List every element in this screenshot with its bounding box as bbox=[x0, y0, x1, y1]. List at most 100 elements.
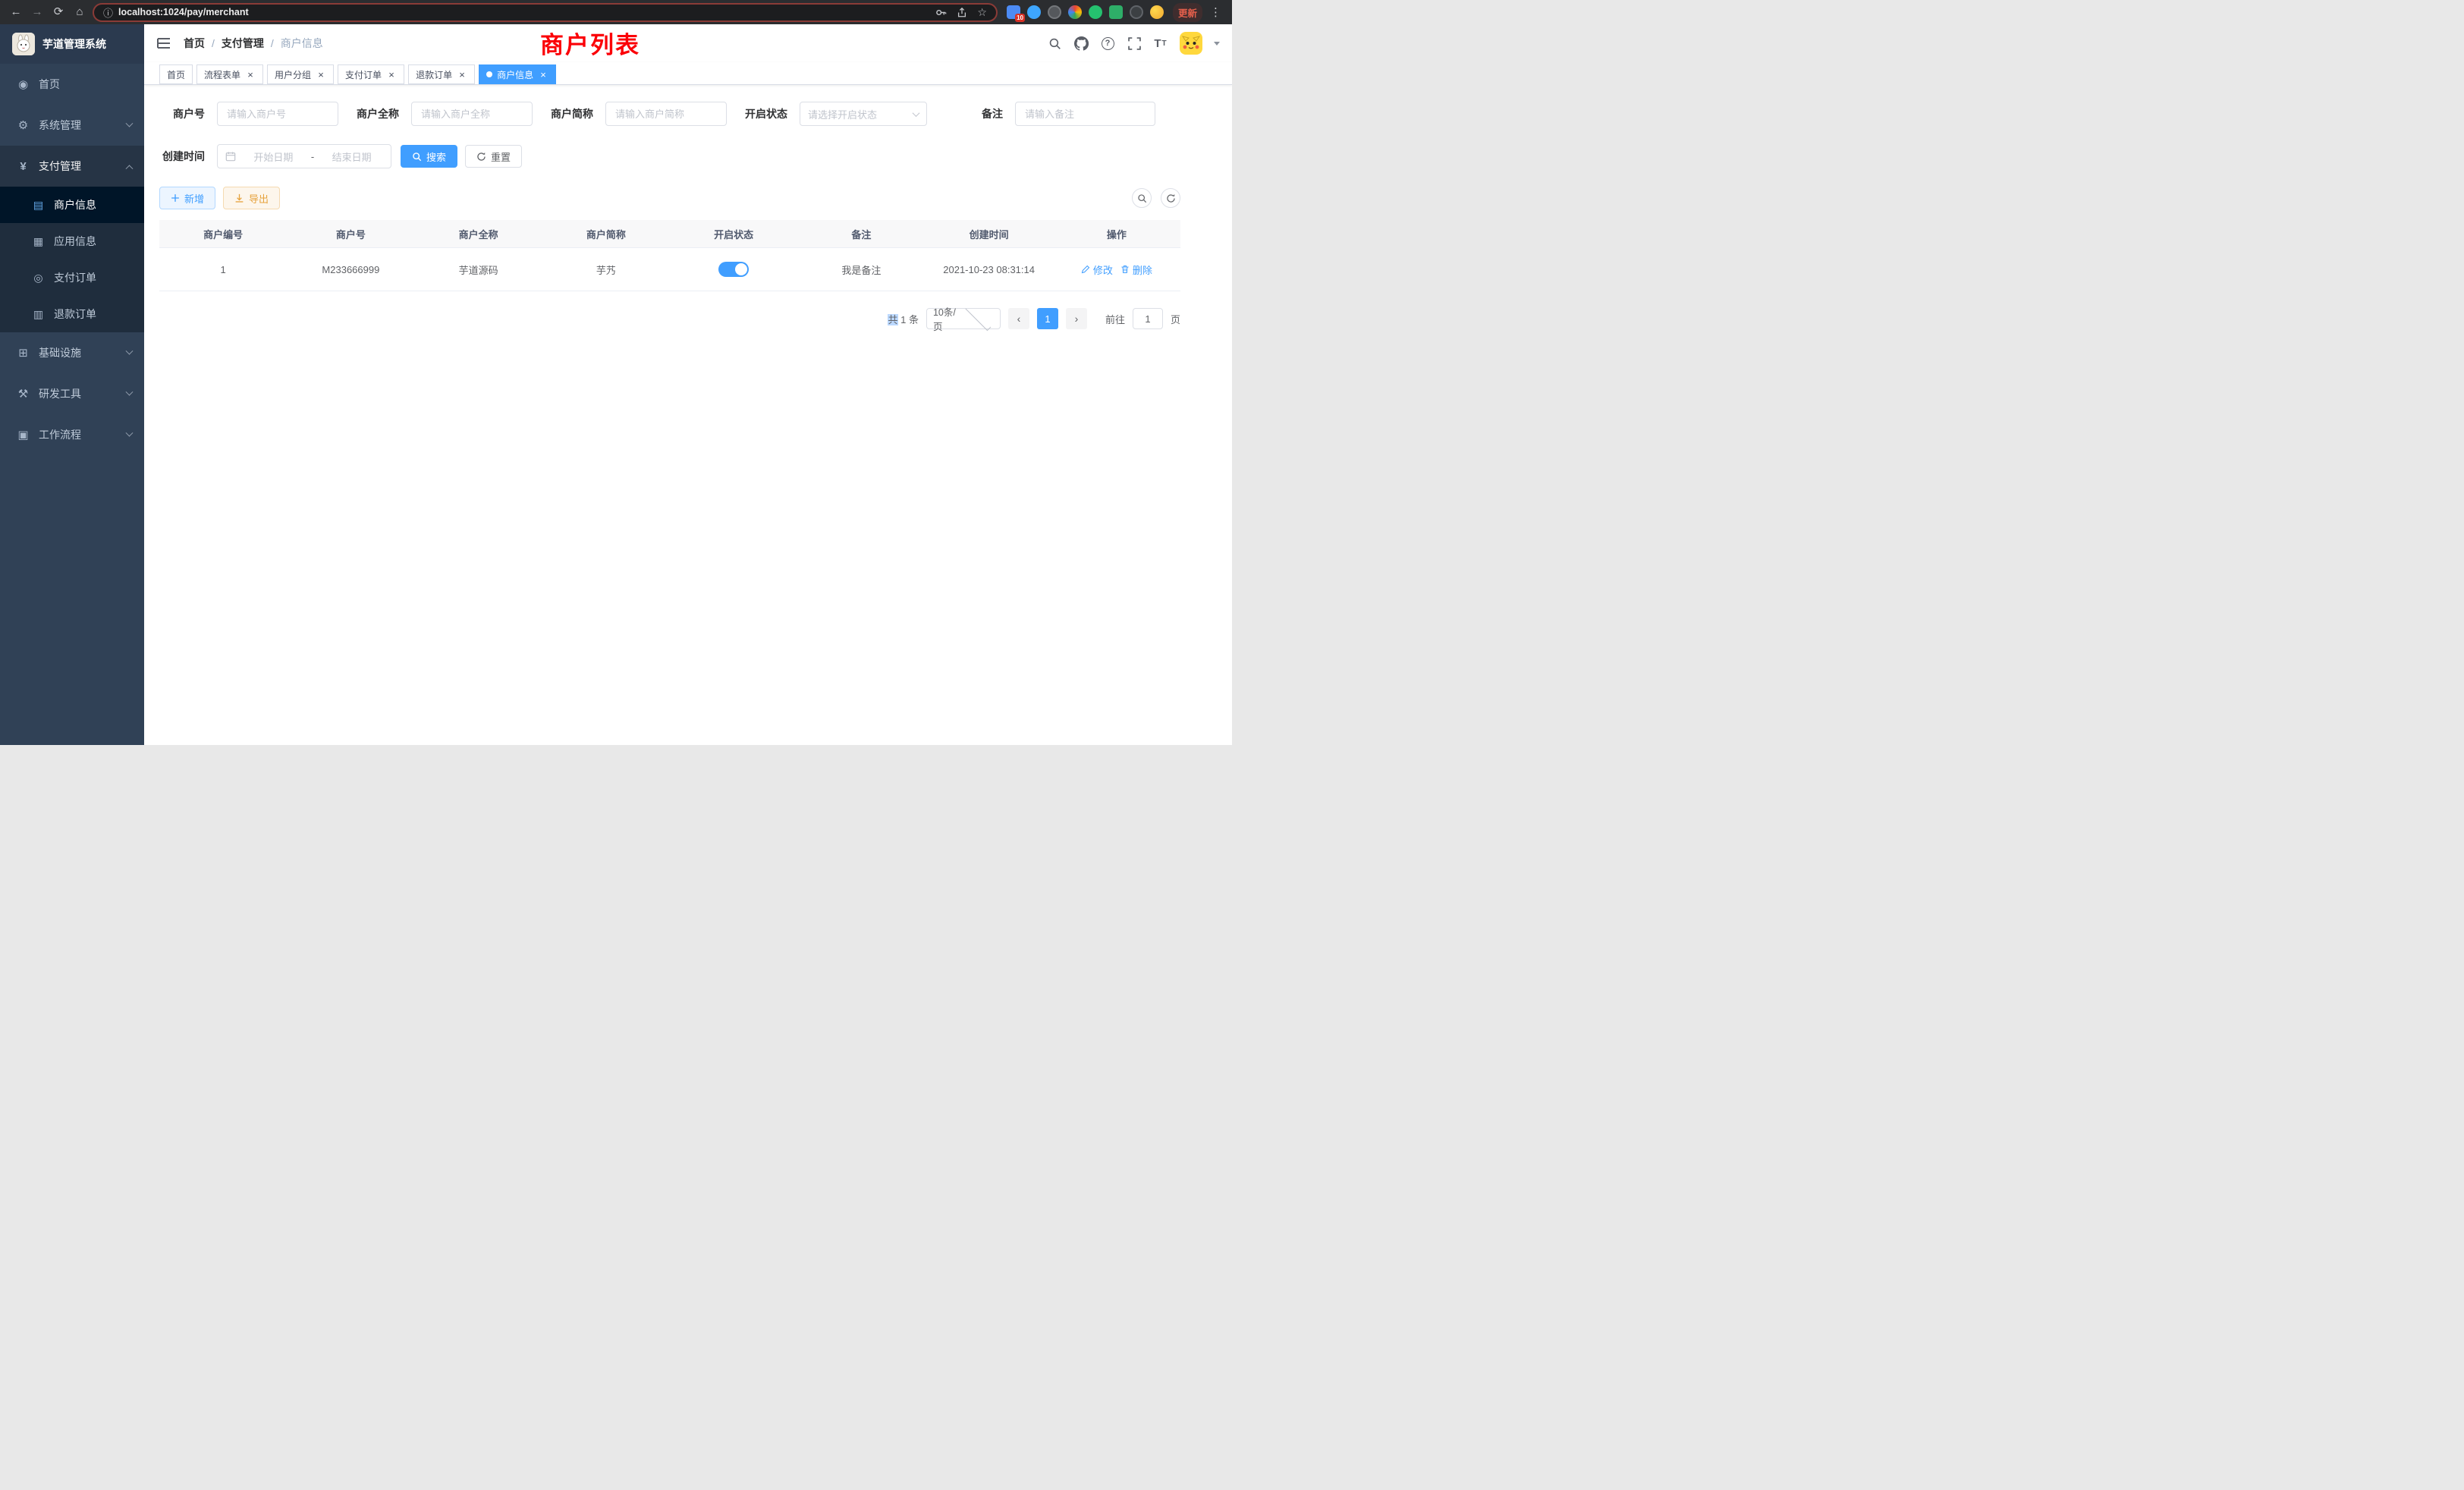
filter-merchant-no: 商户号 bbox=[159, 102, 338, 126]
full-name-input[interactable] bbox=[411, 102, 533, 126]
sidebar-item-app-info[interactable]: ▦ 应用信息 bbox=[0, 223, 144, 259]
browser-menu-icon[interactable]: ⋮ bbox=[1207, 5, 1224, 19]
sidebar-item-pay-order[interactable]: ◎ 支付订单 bbox=[0, 259, 144, 296]
end-date-placeholder[interactable]: 结束日期 bbox=[320, 149, 383, 164]
site-info-icon[interactable]: ⓘ bbox=[103, 5, 113, 20]
breadcrumb-payment[interactable]: 支付管理 bbox=[222, 36, 264, 51]
page-size-select[interactable]: 10条/页 bbox=[926, 308, 1001, 329]
font-size-icon[interactable]: TT bbox=[1153, 36, 1168, 51]
extensions-area: 10 bbox=[1002, 5, 1168, 19]
sidebar-item-infrastructure[interactable]: ⊞ 基础设施 bbox=[0, 332, 144, 373]
add-button[interactable]: 新增 bbox=[159, 187, 215, 209]
merchant-no-label: 商户号 bbox=[159, 106, 205, 121]
edit-pencil-icon bbox=[1081, 265, 1090, 274]
sidebar-item-payment[interactable]: ¥ 支付管理 bbox=[0, 146, 144, 187]
url-text: localhost:1024/pay/merchant bbox=[118, 7, 249, 17]
bookmark-star-icon[interactable]: ☆ bbox=[977, 6, 987, 19]
extension-icon-2[interactable] bbox=[1027, 5, 1041, 19]
close-icon[interactable]: × bbox=[316, 69, 326, 80]
monitor-icon: ⊞ bbox=[17, 346, 30, 360]
next-page-button[interactable]: › bbox=[1066, 308, 1087, 329]
column-header: 备注 bbox=[797, 220, 925, 247]
column-header: 商户编号 bbox=[159, 220, 287, 247]
opened-tabs-bar: 首页 流程表单× 用户分组× 支付订单× 退款订单× 商户信息× bbox=[144, 62, 1232, 85]
table-toolbar: 新增 导出 bbox=[159, 187, 1180, 209]
sidebar-item-system[interactable]: ⚙ 系统管理 bbox=[0, 105, 144, 146]
chevron-up-icon bbox=[126, 165, 134, 172]
avatar-dropdown-caret-icon[interactable] bbox=[1214, 42, 1220, 46]
extension-icon-1[interactable]: 10 bbox=[1007, 5, 1020, 19]
refresh-table-icon[interactable] bbox=[1161, 188, 1180, 208]
extension-icon-3[interactable] bbox=[1048, 5, 1061, 19]
user-avatar[interactable] bbox=[1180, 32, 1202, 55]
workflow-icon: ▣ bbox=[17, 428, 30, 442]
url-bar[interactable]: ⓘ localhost:1024/pay/merchant ☆ bbox=[93, 3, 998, 22]
search-button[interactable]: 搜索 bbox=[401, 145, 457, 168]
create-time-range-picker[interactable]: 开始日期 - 结束日期 bbox=[217, 144, 391, 168]
sidebar-collapse-icon[interactable] bbox=[156, 36, 171, 51]
fullscreen-icon[interactable] bbox=[1127, 36, 1142, 51]
sidebar-item-refund-order[interactable]: ▥ 退款订单 bbox=[0, 296, 144, 332]
tab-process-form[interactable]: 流程表单× bbox=[196, 64, 263, 84]
chevron-down-icon bbox=[913, 109, 920, 117]
browser-home-icon[interactable]: ⌂ bbox=[71, 4, 88, 20]
chevron-down-icon bbox=[126, 388, 134, 395]
close-icon[interactable]: × bbox=[245, 69, 256, 80]
merchant-no-input[interactable] bbox=[217, 102, 338, 126]
sidebar-item-merchant-info[interactable]: ▤ 商户信息 bbox=[0, 187, 144, 223]
filter-row-1: 商户号 商户全称 商户简称 开启状态 请选择开启状态 bbox=[159, 102, 1180, 126]
delete-link[interactable]: 删除 bbox=[1120, 262, 1152, 277]
github-icon[interactable] bbox=[1073, 36, 1089, 51]
extension-icon-7[interactable] bbox=[1130, 5, 1143, 19]
remark-input[interactable] bbox=[1015, 102, 1155, 126]
filter-short-name: 商户简称 bbox=[551, 102, 727, 126]
tab-pay-order[interactable]: 支付订单× bbox=[338, 64, 404, 84]
sidebar-item-home[interactable]: ◉ 首页 bbox=[0, 64, 144, 105]
edit-link[interactable]: 修改 bbox=[1081, 262, 1113, 277]
password-key-icon[interactable] bbox=[935, 7, 947, 18]
extension-icon-4[interactable] bbox=[1068, 5, 1082, 19]
close-icon[interactable]: × bbox=[457, 69, 467, 80]
chevron-down-icon bbox=[126, 429, 134, 436]
export-button[interactable]: 导出 bbox=[223, 187, 280, 209]
status-toggle[interactable] bbox=[718, 262, 749, 277]
breadcrumb-home[interactable]: 首页 bbox=[184, 36, 205, 51]
sidebar-item-workflow[interactable]: ▣ 工作流程 bbox=[0, 414, 144, 455]
close-icon[interactable]: × bbox=[538, 69, 548, 80]
show-search-toggle-icon[interactable] bbox=[1132, 188, 1152, 208]
column-header: 开启状态 bbox=[670, 220, 797, 247]
page-content: 商户号 商户全称 商户简称 开启状态 请选择开启状态 bbox=[144, 85, 1232, 745]
status-select[interactable]: 请选择开启状态 bbox=[800, 102, 927, 126]
tab-home[interactable]: 首页 bbox=[159, 64, 193, 84]
tab-merchant-info[interactable]: 商户信息× bbox=[479, 64, 556, 84]
page-number-1[interactable]: 1 bbox=[1037, 308, 1058, 329]
share-icon[interactable] bbox=[957, 7, 967, 18]
column-header: 商户简称 bbox=[542, 220, 670, 247]
cell-actions: 修改 删除 bbox=[1053, 248, 1180, 291]
cell-remark: 我是备注 bbox=[797, 248, 925, 291]
browser-update-button[interactable]: 更新 bbox=[1173, 3, 1202, 22]
filter-row-2: 创建时间 开始日期 - 结束日期 搜索 重置 bbox=[159, 144, 1180, 168]
reset-button[interactable]: 重置 bbox=[465, 145, 522, 168]
breadcrumb-current: 商户信息 bbox=[281, 36, 323, 51]
short-name-input[interactable] bbox=[605, 102, 727, 126]
sidebar-item-dev-tools[interactable]: ⚒ 研发工具 bbox=[0, 373, 144, 414]
logo-rabbit-icon bbox=[12, 33, 35, 55]
extension-icon-5[interactable] bbox=[1089, 5, 1102, 19]
gear-icon: ⚙ bbox=[17, 118, 30, 132]
page-unit-label: 页 bbox=[1171, 312, 1180, 326]
close-icon[interactable]: × bbox=[386, 69, 397, 80]
start-date-placeholder[interactable]: 开始日期 bbox=[242, 149, 305, 164]
help-icon[interactable]: ? bbox=[1100, 36, 1115, 51]
goto-page-input[interactable] bbox=[1133, 308, 1163, 329]
tab-user-group[interactable]: 用户分组× bbox=[267, 64, 334, 84]
prev-page-button[interactable]: ‹ bbox=[1008, 308, 1029, 329]
app-logo[interactable]: 芋道管理系统 bbox=[0, 24, 144, 64]
extension-icon-8[interactable] bbox=[1150, 5, 1164, 19]
header-search-icon[interactable] bbox=[1047, 36, 1062, 51]
browser-reload-icon[interactable]: ⟳ bbox=[50, 4, 67, 20]
extension-icon-6[interactable] bbox=[1109, 5, 1123, 19]
browser-forward-icon[interactable]: → bbox=[29, 4, 46, 20]
tab-refund-order[interactable]: 退款订单× bbox=[408, 64, 475, 84]
browser-back-icon[interactable]: ← bbox=[8, 4, 24, 20]
